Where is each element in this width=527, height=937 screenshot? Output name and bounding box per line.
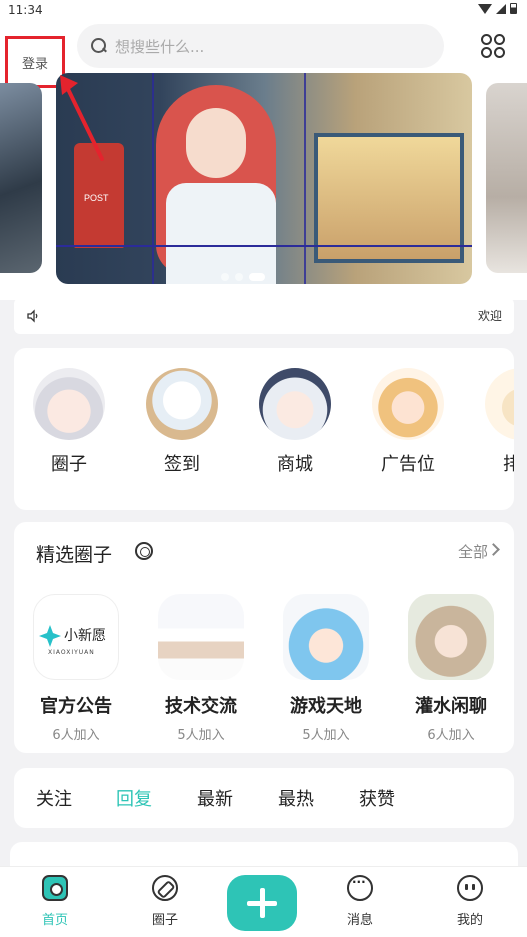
quick-menu: 圈子 签到 商城 广告位 排行 [14, 348, 514, 510]
tab-hottest[interactable]: 最热 [278, 785, 314, 811]
white-hair-in-box-avatar [146, 368, 218, 440]
compass-icon [152, 875, 178, 901]
white-hair-hat-avatar [259, 368, 331, 440]
nav-label: 圈子 [151, 913, 178, 928]
speaker-icon [27, 309, 38, 323]
circle-member-count: 5人加入 [302, 728, 350, 743]
chevron-right-icon[interactable] [487, 543, 500, 556]
tab-latest[interactable]: 最新 [197, 785, 233, 811]
notice-bar[interactable]: 欢迎 [14, 298, 514, 334]
status-time: 11:34 [8, 3, 43, 17]
circle-name: 官方公告 [40, 696, 112, 717]
feed-tabs: 关注 回复 最新 最热 获赞 [14, 768, 514, 828]
circle-thumbnail [283, 594, 369, 680]
status-bar: 11:34 [0, 0, 527, 20]
nav-label: 我的 [456, 913, 483, 928]
battery-icon [510, 3, 517, 14]
circle-card-announcement[interactable]: 小新愿 XIAOXIYUAN 官方公告 6人加入 [21, 594, 131, 743]
silver-hair-girl-avatar [33, 368, 105, 440]
circle-name: 游戏天地 [290, 696, 362, 717]
carousel-dot [235, 273, 243, 281]
fox-girl-avatar [372, 368, 444, 440]
nav-label: 消息 [346, 913, 373, 928]
nav-item-profile[interactable]: 我的 [440, 875, 500, 928]
nav-item-circles[interactable]: 圈子 [135, 875, 195, 928]
status-icons [478, 3, 517, 14]
notice-text: 欢迎 [477, 309, 502, 323]
circle-card-games[interactable]: 游戏天地 5人加入 [271, 594, 381, 743]
circle-member-count: 6人加入 [52, 728, 100, 743]
chat-icon [347, 875, 373, 901]
menu-item-label: 圈子 [51, 454, 87, 475]
menu-item-label: 排行 [503, 454, 514, 475]
apps-grid-icon[interactable] [481, 34, 505, 58]
tab-follow[interactable]: 关注 [36, 785, 72, 811]
banner-guide-line [152, 73, 154, 284]
bottom-nav: 首页 圈子 消息 我的 [0, 866, 527, 937]
nav-label: 首页 [41, 913, 68, 928]
home-icon [42, 875, 68, 901]
featured-circles: 精选圈子 全部 小新愿 XIAOXIYUAN 官方公告 6人加入 技术交流 5人… [14, 522, 514, 753]
search-icon [91, 38, 107, 54]
menu-item-label: 签到 [164, 454, 200, 475]
circle-card-chat[interactable]: 灌水闲聊 6人加入 [396, 594, 506, 743]
menu-item-shop[interactable]: 商城 [250, 368, 340, 476]
tab-replies[interactable]: 回复 [116, 785, 152, 811]
circle-name: 技术交流 [165, 696, 237, 717]
fox-partial-avatar [485, 368, 514, 440]
menu-item-circle[interactable]: 圈子 [24, 368, 114, 476]
circle-member-count: 6人加入 [427, 728, 475, 743]
nav-item-home[interactable]: 首页 [25, 875, 85, 928]
circle-thumbnail [158, 594, 244, 680]
menu-item-ad[interactable]: 广告位 [363, 368, 453, 476]
menu-item-label: 广告位 [381, 454, 435, 475]
carousel-dot [221, 273, 229, 281]
view-all-link[interactable]: 全部 [458, 541, 488, 562]
carousel-indicator [221, 273, 265, 281]
carousel-dot-active [249, 273, 265, 281]
search-input[interactable]: 想搜些什么... [77, 24, 444, 68]
circle-thumbnail: 小新愿 XIAOXIYUAN [33, 594, 119, 680]
add-post-button[interactable] [227, 875, 297, 931]
logo-subtext: XIAOXIYUAN [48, 649, 95, 656]
circle-card-tech[interactable]: 技术交流 5人加入 [146, 594, 256, 743]
menu-item-ranking[interactable]: 排行 [476, 368, 514, 476]
menu-item-label: 商城 [277, 454, 313, 475]
menu-item-checkin[interactable]: 签到 [137, 368, 227, 476]
banner-guide-line [56, 245, 472, 247]
banner-next-slide[interactable] [486, 83, 527, 273]
circle-thumbnail [408, 594, 494, 680]
wifi-icon [478, 3, 492, 14]
face-icon [457, 875, 483, 901]
circle-name: 灌水闲聊 [415, 696, 487, 717]
logo-text: 小新愿 [64, 628, 106, 644]
aperture-icon [135, 542, 153, 560]
login-label: 登录 [21, 56, 48, 72]
section-title: 精选圈子 [36, 544, 113, 566]
post-box-label: POST [84, 193, 109, 203]
search-placeholder: 想搜些什么... [115, 37, 205, 56]
banner-prev-slide[interactable] [0, 83, 42, 273]
nav-item-messages[interactable]: 消息 [330, 875, 390, 928]
shop-window-illustration [314, 133, 464, 263]
annotation-arrow-icon [60, 75, 104, 161]
banner-guide-line [304, 73, 306, 284]
banner-slide[interactable]: POST [56, 73, 472, 284]
signal-icon [496, 3, 506, 14]
plus-icon [247, 888, 277, 918]
tab-liked[interactable]: 获赞 [359, 785, 395, 811]
circle-member-count: 5人加入 [177, 728, 225, 743]
